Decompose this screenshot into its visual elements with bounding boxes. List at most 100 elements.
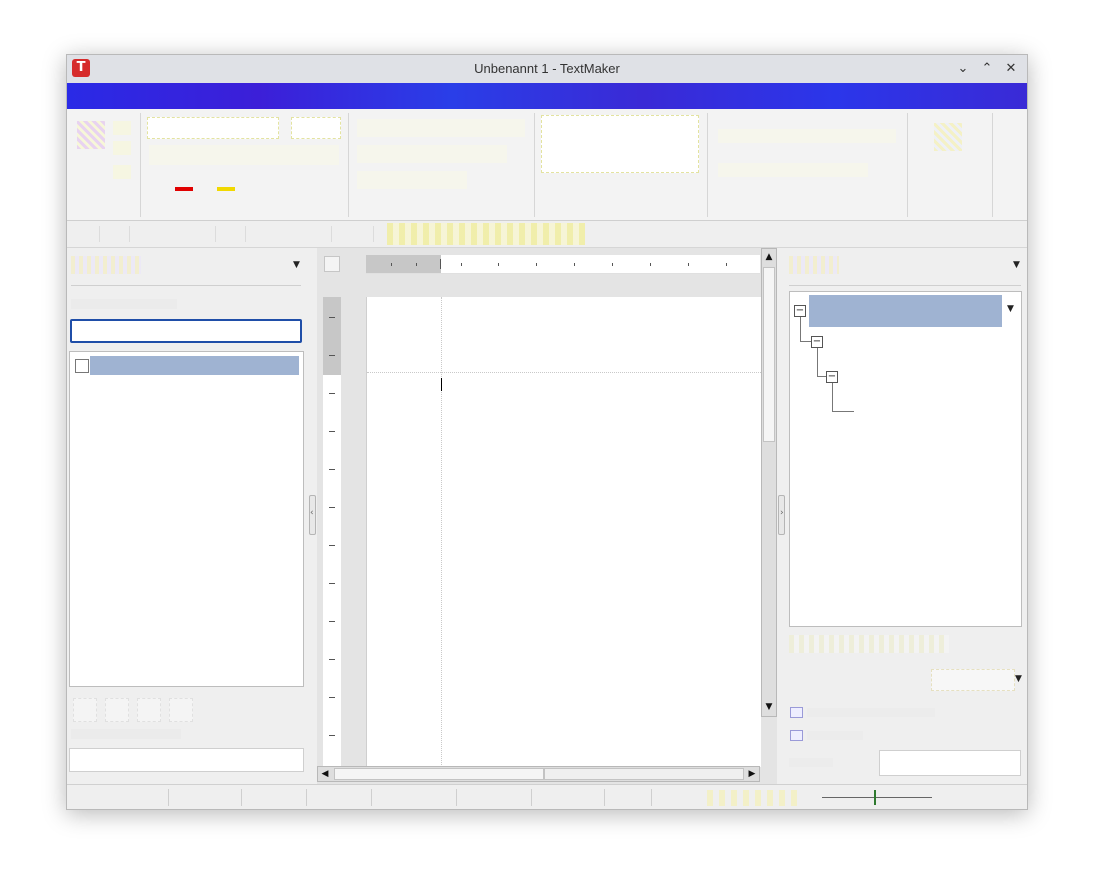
list-action-button[interactable] bbox=[73, 698, 97, 722]
qat-open-button[interactable] bbox=[101, 226, 130, 242]
minimize-button[interactable]: ⌄ bbox=[953, 59, 973, 79]
qat-new-button[interactable] bbox=[71, 226, 100, 242]
tree-line bbox=[832, 411, 854, 412]
ruler-tick bbox=[391, 263, 392, 266]
list-item-selected[interactable] bbox=[90, 356, 299, 375]
left-sidebar-bottom-field[interactable] bbox=[69, 748, 304, 772]
ribbon-tab-strip[interactable] bbox=[67, 83, 1027, 109]
triangle-down-icon[interactable]: ▼ bbox=[1013, 260, 1020, 270]
status-segment bbox=[169, 789, 242, 806]
triangle-down-icon[interactable]: ▼ bbox=[1007, 304, 1014, 314]
right-sidebar-dropdown[interactable] bbox=[931, 669, 1015, 691]
ruler-corner-button[interactable] bbox=[324, 256, 340, 272]
checkbox-option-2[interactable] bbox=[790, 730, 803, 741]
qat-highlighted-group[interactable] bbox=[387, 223, 585, 245]
text-cursor bbox=[441, 378, 442, 391]
margin-guide-left bbox=[441, 297, 442, 767]
ruler-margin-left bbox=[366, 255, 441, 273]
qat-undo-group[interactable] bbox=[247, 226, 332, 242]
status-segment bbox=[532, 789, 605, 806]
qat-redo-button[interactable] bbox=[333, 226, 374, 242]
vertical-scroll-thumb[interactable] bbox=[763, 267, 775, 442]
left-panel-splitter[interactable]: ‹ bbox=[309, 495, 316, 535]
triangle-down-icon[interactable]: ▼ bbox=[1015, 674, 1022, 684]
copy-icon[interactable] bbox=[113, 141, 131, 155]
indent-buttons[interactable] bbox=[357, 145, 507, 163]
alignment-buttons[interactable] bbox=[357, 119, 525, 137]
list-item-checkbox[interactable] bbox=[75, 359, 89, 373]
status-segment bbox=[457, 789, 532, 806]
ruler-tick bbox=[329, 545, 335, 546]
ribbon-large-icon[interactable] bbox=[934, 123, 962, 151]
font-style-buttons[interactable] bbox=[149, 145, 339, 165]
ruler-tick bbox=[726, 263, 727, 266]
left-sidebar-selector[interactable] bbox=[71, 256, 141, 274]
chevron-left-icon: ‹ bbox=[310, 508, 314, 518]
font-name-field[interactable] bbox=[147, 117, 279, 139]
goto-button[interactable] bbox=[718, 163, 868, 177]
triangle-down-icon[interactable]: ▼ bbox=[762, 701, 776, 713]
horizontal-scrollbar[interactable]: ◀ ▶ bbox=[317, 766, 760, 782]
status-segment bbox=[67, 789, 169, 806]
tree-line bbox=[817, 376, 826, 377]
horizontal-scroll-track-right[interactable] bbox=[544, 768, 744, 780]
view-mode-buttons[interactable] bbox=[707, 790, 797, 806]
font-size-field[interactable] bbox=[291, 117, 341, 139]
list-box[interactable] bbox=[69, 351, 304, 687]
triangle-left-icon[interactable]: ◀ bbox=[318, 768, 332, 780]
format-painter-icon[interactable] bbox=[113, 165, 131, 179]
vertical-ruler[interactable] bbox=[323, 297, 341, 767]
document-page[interactable] bbox=[366, 297, 761, 767]
right-sidebar: ▼ ▼ − − − ▼ bbox=[785, 248, 1027, 785]
horizontal-ruler[interactable] bbox=[366, 255, 760, 274]
highlight-color-swatch[interactable] bbox=[217, 187, 235, 191]
document-area bbox=[317, 248, 777, 785]
tree-item-selected[interactable] bbox=[809, 295, 1002, 327]
triangle-up-icon[interactable]: ▲ bbox=[762, 251, 776, 263]
checkbox-option-1[interactable] bbox=[790, 707, 803, 718]
status-segment bbox=[605, 789, 652, 806]
minus-box-icon[interactable]: − bbox=[811, 336, 823, 348]
styles-gallery[interactable] bbox=[541, 115, 699, 173]
spacing-buttons[interactable] bbox=[357, 171, 467, 189]
checkbox-option-2-label bbox=[807, 731, 863, 740]
list-action-button[interactable] bbox=[169, 698, 193, 722]
close-button[interactable]: ✕ bbox=[1001, 59, 1021, 79]
horizontal-scroll-thumb-left[interactable] bbox=[334, 768, 544, 780]
chevron-up-icon: ⌃ bbox=[981, 61, 993, 76]
tree-line bbox=[800, 317, 801, 341]
cut-icon[interactable] bbox=[113, 121, 131, 135]
right-sidebar-bottom-field[interactable] bbox=[879, 750, 1021, 776]
ruler-tick bbox=[329, 583, 335, 584]
list-action-button[interactable] bbox=[137, 698, 161, 722]
zoom-slider-knob[interactable] bbox=[874, 790, 876, 805]
right-sidebar-selector[interactable] bbox=[789, 256, 839, 274]
tree-view[interactable]: ▼ − − − bbox=[789, 291, 1022, 627]
minus-box-icon[interactable]: − bbox=[826, 371, 838, 383]
ruler-tick bbox=[688, 263, 689, 266]
font-color-swatch[interactable] bbox=[175, 187, 193, 191]
minus-box-icon[interactable]: − bbox=[794, 305, 806, 317]
ruler-tick bbox=[650, 263, 651, 266]
vertical-scrollbar[interactable]: ▲ ▼ bbox=[761, 248, 777, 717]
list-action-button[interactable] bbox=[105, 698, 129, 722]
ruler-indent-marker[interactable] bbox=[440, 259, 441, 269]
search-replace-button[interactable] bbox=[718, 129, 896, 143]
triangle-right-icon[interactable]: ▶ bbox=[745, 768, 759, 780]
maximize-button[interactable]: ⌃ bbox=[977, 59, 997, 79]
ruler-tick bbox=[416, 263, 417, 266]
qat-print-button[interactable] bbox=[217, 226, 246, 242]
paste-icon[interactable] bbox=[77, 121, 105, 149]
search-input[interactable] bbox=[70, 319, 302, 343]
right-sidebar-option-row[interactable] bbox=[789, 635, 949, 653]
ruler-tick bbox=[329, 393, 335, 394]
ruler-tick bbox=[612, 263, 613, 266]
triangle-down-icon[interactable]: ▼ bbox=[293, 260, 300, 270]
ruler-tick bbox=[329, 317, 335, 318]
status-segment bbox=[307, 789, 372, 806]
right-panel-splitter[interactable]: › bbox=[778, 495, 785, 535]
zoom-slider[interactable] bbox=[822, 797, 932, 798]
ribbon-group-extra bbox=[908, 113, 993, 217]
qat-save-group[interactable] bbox=[131, 226, 216, 242]
ribbon-group-paragraph bbox=[349, 113, 535, 217]
